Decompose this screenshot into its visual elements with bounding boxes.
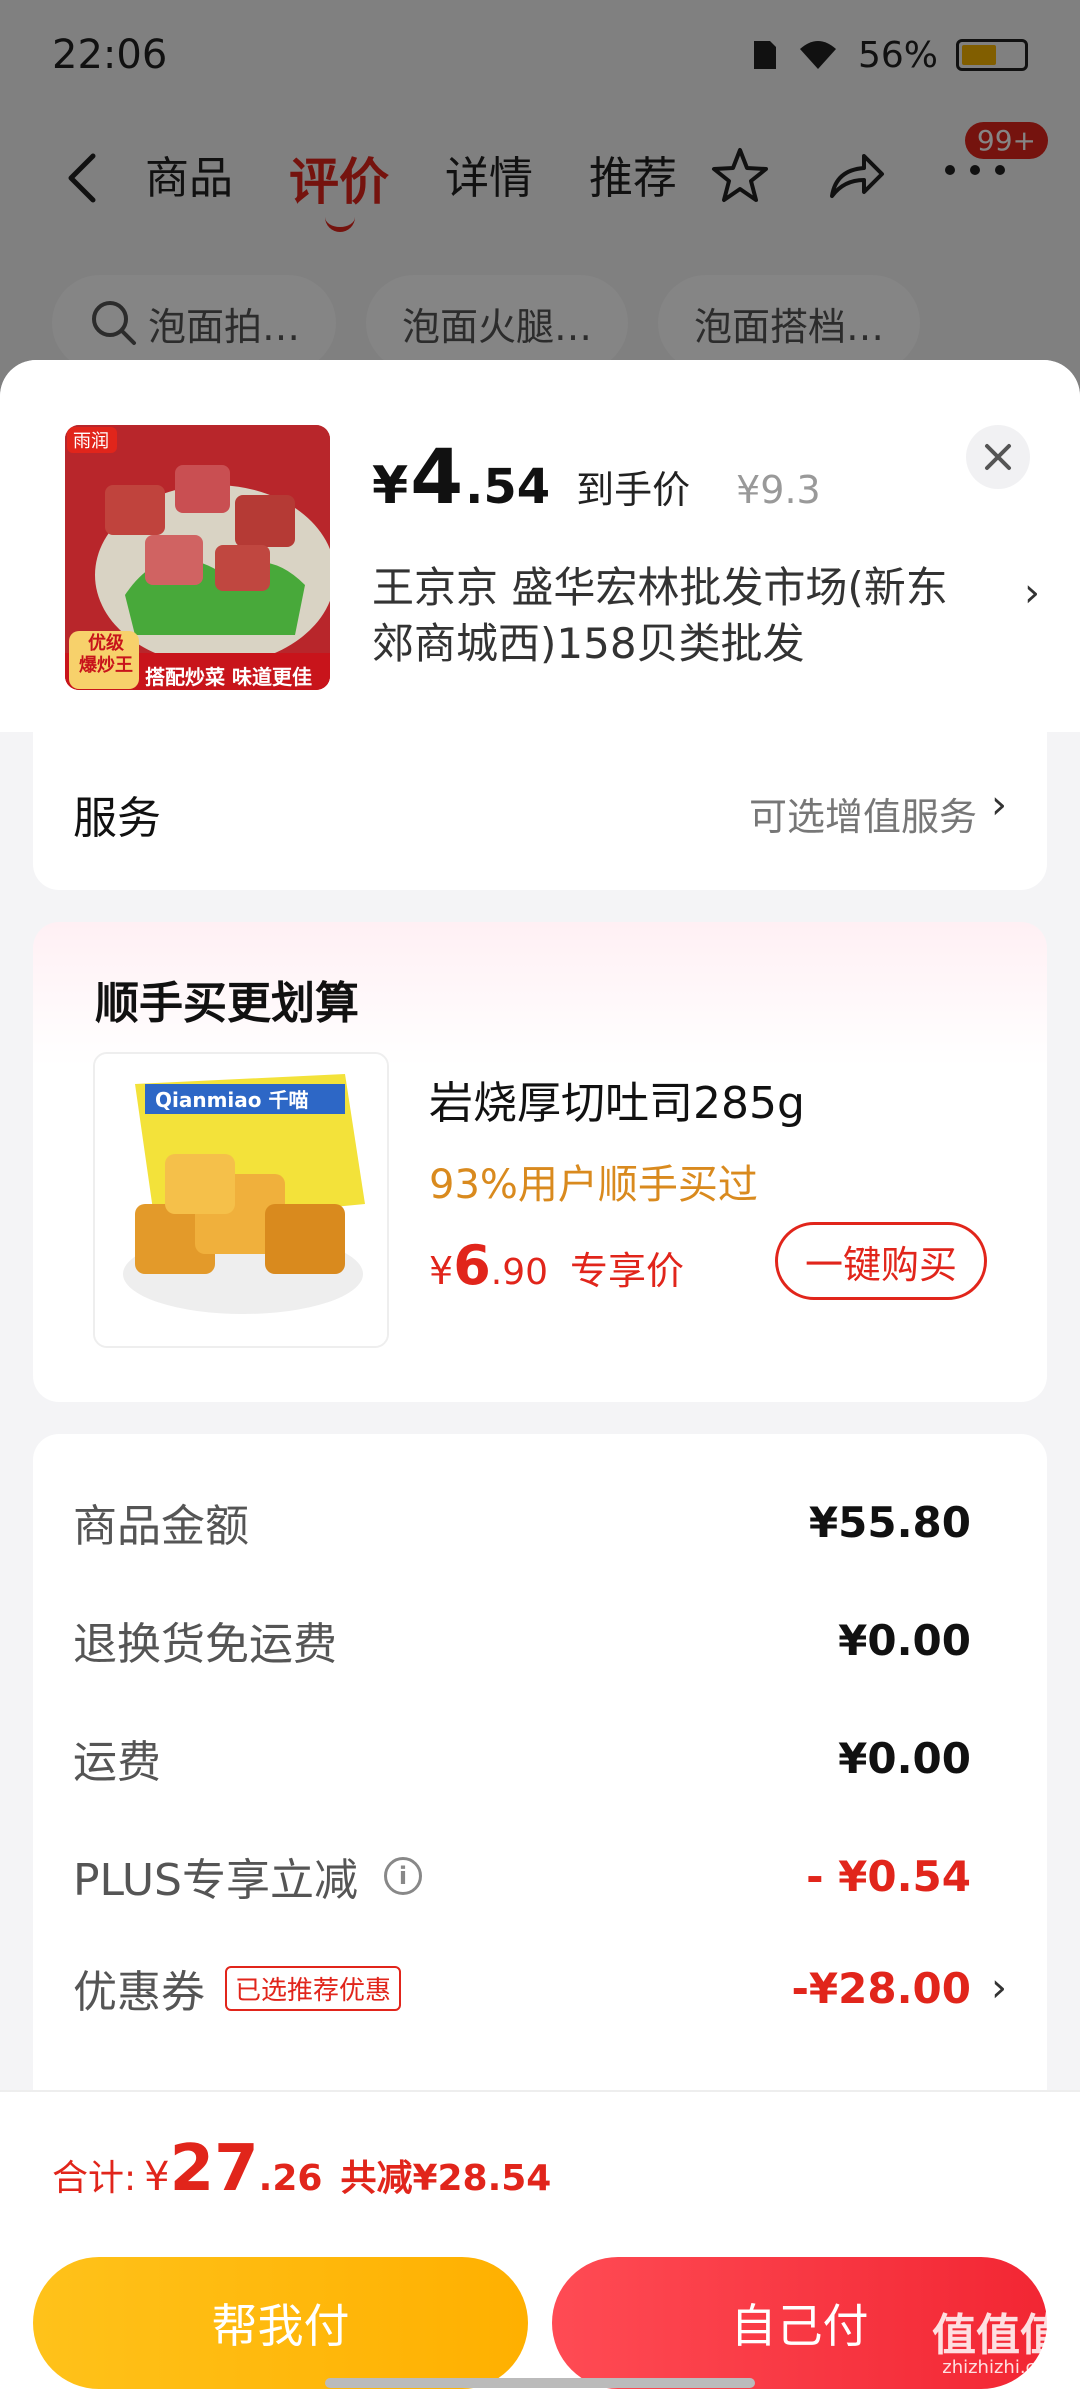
watermark-sub: zhizhizhi.com [942, 2357, 1064, 2378]
price-summary: 商品金额 ¥55.80 退换货免运费 ¥0.00 运费 ¥0.00 PLUS专享… [33, 1434, 1047, 2134]
coupon-tag: 已选推荐优惠 [225, 1965, 402, 2011]
coupon-label: 优惠券 [73, 1967, 205, 2018]
summary-row-return-shipping: 退换货免运费 ¥0.00 [73, 1600, 1007, 1680]
one-click-buy-button[interactable]: 一键购买 [775, 1222, 987, 1300]
chevron-right-icon: › [991, 782, 1007, 828]
summary-row-goods: 商品金额 ¥55.80 [73, 1482, 1007, 1562]
row-label: 退换货免运费 [73, 1619, 337, 1670]
original-price: ¥9.3 [736, 468, 821, 512]
summary-row-plus-discount: PLUS专享立减 i - ¥0.54 [73, 1836, 1007, 1916]
price-tag: 到手价 [576, 468, 691, 512]
summary-row-coupon[interactable]: 优惠券 已选推荐优惠 -¥28.00 › [73, 1948, 1007, 2028]
total-saving: 共减¥28.54 [340, 2158, 552, 2199]
plus-label: PLUS专享立减 [73, 1855, 358, 1906]
watermark-text: 值值值 [932, 2310, 1064, 2361]
row-value: ¥55.80 [808, 1497, 971, 1547]
thumb-badge: 优级 爆炒王 [79, 633, 133, 676]
bundle-price-tag: 专享价 [570, 1249, 685, 1293]
service-row[interactable]: 服务 可选增值服务 › [33, 732, 1047, 890]
chevron-right-icon: › [991, 1965, 1007, 2011]
product-header: 雨润 优级 爆炒王 搭配炒菜 味道更佳 ¥ 4 .54 到手价 ¥9.3 王京京… [0, 360, 1080, 732]
chevron-right-icon[interactable]: › [1024, 570, 1040, 616]
overlay-dim[interactable] [0, 0, 1080, 420]
close-icon [985, 444, 1011, 470]
bundle-price: ¥ 6 .90 专享价 [429, 1234, 684, 1297]
bundle-rate: 93%用户顺手买过 [429, 1162, 758, 1208]
summary-row-shipping: 运费 ¥0.00 [73, 1718, 1007, 1798]
total-currency: ¥ [144, 2154, 170, 2200]
total-label: 合计: [52, 2158, 137, 2199]
product-thumbnail: 雨润 优级 爆炒王 搭配炒菜 味道更佳 [65, 425, 330, 690]
bundle-price-integer: 6 [453, 1234, 491, 1297]
close-button[interactable] [966, 425, 1030, 489]
total-price: 合计: ¥ 27 .26 共减¥28.54 [52, 2132, 551, 2206]
price-currency: ¥ [372, 456, 409, 516]
thumb-caption: 搭配炒菜 味道更佳 [145, 665, 312, 689]
bundle-name[interactable]: 岩烧厚切吐司285g [429, 1067, 805, 1131]
bundle-price-currency: ¥ [429, 1249, 454, 1293]
row-label: 运费 [73, 1737, 161, 1788]
info-icon[interactable]: i [384, 1857, 422, 1895]
row-label: PLUS专享立减 i [73, 1844, 422, 1908]
thumb-brand: 雨润 [73, 431, 109, 452]
row-label: 优惠券 已选推荐优惠 [73, 1956, 402, 2020]
bundle-price-decimal: .90 [490, 1252, 549, 1293]
price-decimal: .54 [465, 459, 551, 515]
total-integer: 27 [169, 2132, 259, 2206]
bundle-card: 顺手买更划算 Qianmiao 千喵 岩烧厚切吐司285g 93%用户顺手买过 … [33, 922, 1047, 1402]
row-value: - ¥0.54 [806, 1851, 971, 1901]
row-value: ¥0.00 [838, 1733, 971, 1783]
seller-address[interactable]: 王京京 盛华宏林批发市场(新东郊商城西)158贝类批发 [372, 560, 972, 672]
home-indicator[interactable] [325, 2378, 755, 2388]
bundle-product-image[interactable]: Qianmiao 千喵 [93, 1052, 389, 1348]
bundle-img-brand: Qianmiao 千喵 [155, 1088, 309, 1112]
bundle-title: 顺手买更划算 [95, 978, 359, 1029]
service-title: 服务 [73, 793, 161, 844]
row-value: -¥28.00 [791, 1963, 971, 2013]
checkout-footer: 合计: ¥ 27 .26 共减¥28.54 帮我付 自己付 值值值 zhizhi… [0, 2090, 1080, 2400]
help-me-pay-button[interactable]: 帮我付 [33, 2257, 528, 2389]
row-value: ¥0.00 [838, 1615, 971, 1665]
service-value: 可选增值服务 [748, 795, 977, 839]
total-decimal: .26 [258, 2158, 323, 2199]
row-label: 商品金额 [73, 1501, 249, 1552]
price-row: ¥ 4 .54 到手价 ¥9.3 [372, 432, 821, 521]
price-integer: 4 [410, 432, 464, 521]
watermark: 值值值 zhizhizhi.com [932, 2314, 1064, 2378]
